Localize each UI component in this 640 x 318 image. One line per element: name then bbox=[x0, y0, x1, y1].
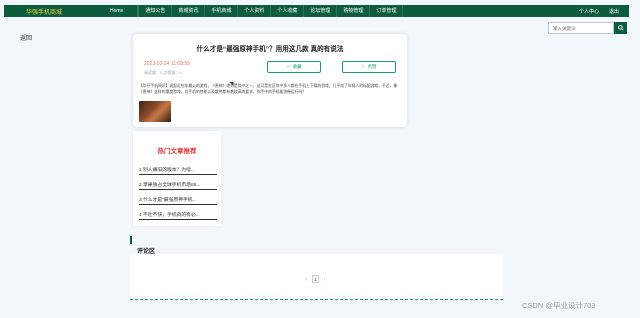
star-icon: ☆ bbox=[286, 64, 291, 69]
logout-link[interactable]: 退出 bbox=[609, 8, 619, 15]
article-image bbox=[139, 101, 171, 122]
hot-article-item[interactable]: 3 什么才是“最强原神手机... bbox=[139, 196, 217, 205]
next-page-button[interactable]: › bbox=[321, 275, 328, 283]
hot-article-item[interactable]: 4 不吐不快，手机真的有必... bbox=[139, 211, 217, 220]
back-link[interactable]: 返回 bbox=[20, 33, 32, 42]
watermark: CSDN @毕业设计703 bbox=[522, 301, 596, 310]
pagination: ‹ 1 › bbox=[303, 275, 328, 283]
nav-item-profile[interactable]: 个人资料 bbox=[238, 5, 272, 17]
search-input[interactable] bbox=[548, 22, 614, 34]
search-icon bbox=[617, 25, 624, 31]
like-label: 点赞 bbox=[367, 64, 377, 69]
collect-button[interactable]: ☆ 收藏 bbox=[267, 61, 321, 73]
article-body: 【华仔手机网讯】说起近些年最火的游戏，《原神》绝对是其中之一。这可是在区块中多人… bbox=[139, 84, 398, 94]
article-date: 2023-02-24 11:08:55 bbox=[144, 61, 191, 67]
nav-item-notice[interactable]: 通知公告 bbox=[138, 5, 173, 17]
hot-article-item[interactable]: 2 苹果独占全球手机市场65... bbox=[139, 181, 217, 190]
nav-item-orders[interactable]: 订单管理 bbox=[370, 5, 404, 17]
nav-item-shopping[interactable]: 购物管理 bbox=[337, 5, 371, 17]
search-button[interactable] bbox=[614, 22, 627, 34]
thumb-up-icon: ♡ bbox=[361, 64, 366, 69]
hot-articles-title: 热门文章推荐 bbox=[157, 148, 197, 155]
brand-logo[interactable]: 华强手机商城 bbox=[4, 7, 104, 16]
nav-item-favorites[interactable]: 个人收藏 bbox=[271, 5, 305, 17]
nav-right: 个人中心 退出 bbox=[569, 8, 629, 15]
collect-label: 收藏 bbox=[292, 64, 302, 69]
article-meta: 阅读量：0 点赞量：0 bbox=[144, 70, 182, 75]
article-card: 什么才是“最强原神手机”？用用这几款 真的有说法 2023-02-24 11:0… bbox=[133, 34, 407, 127]
nav-item-forum[interactable]: 论坛管理 bbox=[304, 5, 338, 17]
comment-section-marker bbox=[130, 236, 132, 244]
like-button[interactable]: ♡ 点赞 bbox=[342, 61, 396, 73]
prev-page-button[interactable]: ‹ bbox=[303, 275, 310, 283]
user-center-link[interactable]: 个人中心 bbox=[579, 8, 599, 15]
nav-home[interactable]: Home bbox=[104, 5, 139, 17]
current-page-button[interactable]: 1 bbox=[312, 275, 319, 283]
nav-item-news[interactable]: 商城资讯 bbox=[172, 5, 206, 17]
hot-articles-panel: 热门文章推荐 1 别人嫌旧的版本？为啥... 2 苹果独占全球手机市场65...… bbox=[133, 131, 221, 226]
top-nav: 华强手机商城 Home 通知公告 商城资讯 手机商城 个人资料 个人收藏 论坛管… bbox=[4, 5, 629, 17]
hot-article-item[interactable]: 1 别人嫌旧的版本？为啥... bbox=[139, 166, 217, 175]
nav-item-phones[interactable]: 手机商城 bbox=[205, 5, 239, 17]
article-title: 什么才是“最强原神手机”？用用这几款 真的有说法 bbox=[196, 46, 344, 53]
